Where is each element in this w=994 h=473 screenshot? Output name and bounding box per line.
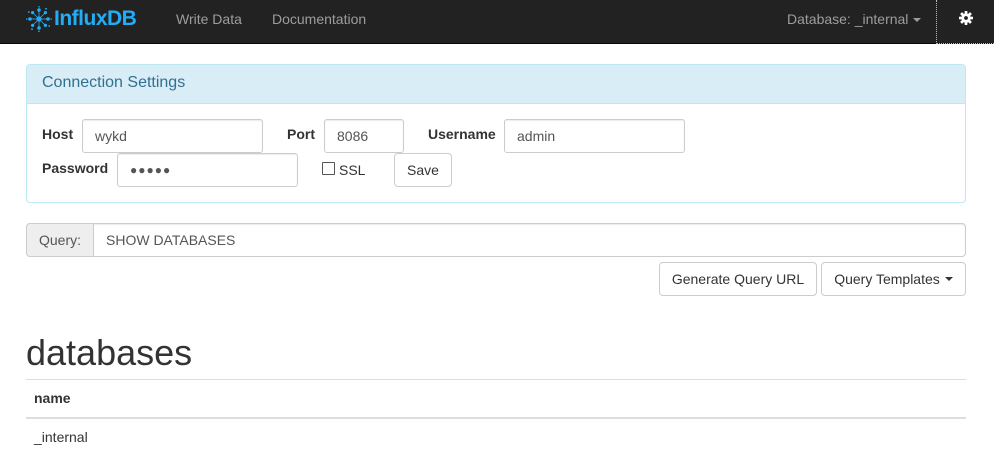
results-title: databases (26, 332, 193, 373)
brand-name: InfluxDB (54, 7, 137, 30)
results-table: name _internal (26, 379, 966, 456)
chevron-down-icon (944, 277, 953, 281)
username-label: Username (428, 126, 496, 142)
settings-button[interactable] (936, 0, 994, 44)
port-label: Port (287, 126, 315, 142)
brand-logo[interactable]: InfluxDB (26, 4, 137, 34)
column-header: name (26, 379, 966, 419)
save-button[interactable]: Save (394, 153, 452, 187)
query-templates-label: Query Templates (834, 271, 940, 287)
username-input[interactable] (504, 119, 685, 153)
database-dropdown[interactable]: Database: _internal (787, 11, 922, 27)
chevron-down-icon (913, 18, 922, 23)
query-addon-label: Query: (26, 223, 94, 257)
port-input[interactable] (324, 119, 404, 153)
influxdb-logo-icon (26, 6, 52, 32)
host-label: Host (42, 126, 74, 142)
nav-documentation[interactable]: Documentation (272, 11, 366, 27)
nav-write-data[interactable]: Write Data (176, 11, 242, 27)
gear-icon (958, 11, 973, 25)
password-input[interactable] (117, 153, 298, 187)
generate-query-url-button[interactable]: Generate Query URL (659, 262, 817, 296)
password-label: Password (42, 160, 109, 176)
table-header-row: name (26, 379, 966, 419)
host-input[interactable] (82, 119, 263, 153)
panel-title: Connection Settings (27, 65, 965, 104)
query-input[interactable] (93, 223, 966, 257)
query-templates-button[interactable]: Query Templates (821, 262, 966, 296)
navbar: InfluxDB Write Data Documentation Databa… (0, 0, 994, 44)
table-row: _internal (26, 418, 966, 456)
table-cell: _internal (34, 429, 88, 445)
ssl-label: SSL (339, 162, 366, 178)
ssl-checkbox[interactable] (322, 162, 335, 175)
database-dropdown-label: Database: _internal (787, 11, 909, 27)
